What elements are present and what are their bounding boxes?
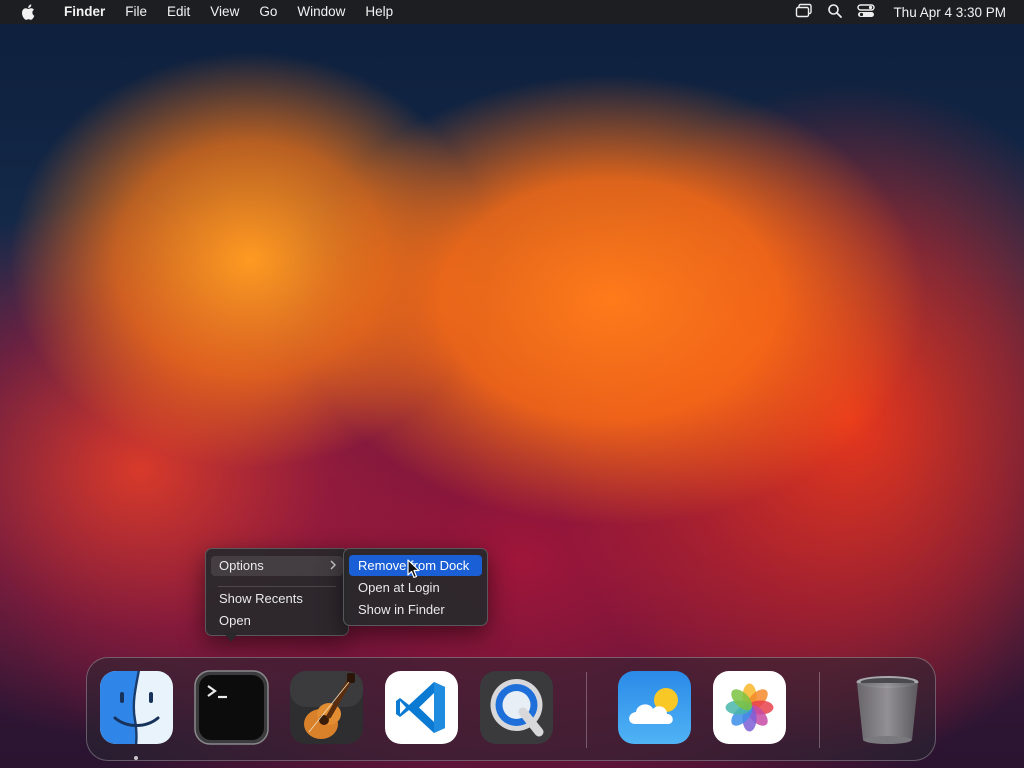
- screen-mirroring-icon[interactable]: [795, 3, 813, 22]
- photos-icon: [713, 671, 786, 744]
- dock-context-menu: Options Show Recents Open: [205, 548, 349, 636]
- menu-bar: Finder File Edit View Go Window Help Thu…: [0, 0, 1024, 24]
- menu-item-label: Show in Finder: [358, 602, 445, 617]
- finder-icon: [100, 671, 173, 744]
- menu-item-options[interactable]: Options: [211, 556, 343, 576]
- dock-app-trash[interactable]: [850, 670, 925, 745]
- dock-app-finder[interactable]: [99, 670, 174, 745]
- trash-icon: [856, 676, 919, 744]
- menu-item-label: Open: [219, 613, 251, 628]
- menu-go[interactable]: Go: [249, 0, 287, 24]
- spotlight-search-icon[interactable]: [827, 3, 843, 22]
- vscode-icon: [385, 671, 458, 744]
- menu-clock[interactable]: Thu Apr 4 3:30 PM: [893, 5, 1006, 20]
- chevron-right-icon: [329, 556, 337, 576]
- menu-file[interactable]: File: [115, 0, 157, 24]
- menu-app-name[interactable]: Finder: [54, 0, 115, 24]
- dock-app-terminal[interactable]: [194, 670, 269, 745]
- quicktime-icon: [480, 671, 553, 744]
- mouse-cursor-icon: [407, 559, 421, 579]
- dock-app-quicktime[interactable]: [479, 670, 554, 745]
- menu-item-open[interactable]: Open: [211, 611, 343, 631]
- dock-app-garageband[interactable]: [289, 670, 364, 745]
- menu-separator: [218, 586, 336, 587]
- dock-app-weather[interactable]: [617, 670, 692, 745]
- weather-icon: [618, 671, 691, 744]
- menu-help[interactable]: Help: [355, 0, 403, 24]
- terminal-icon: [194, 670, 269, 745]
- menu-pointer-tail: [224, 633, 238, 642]
- apple-menu-icon[interactable]: [18, 0, 38, 24]
- desktop-wallpaper: [0, 0, 1024, 768]
- menu-item-label: Open at Login: [358, 580, 440, 595]
- menu-window[interactable]: Window: [287, 0, 355, 24]
- running-indicator: [134, 756, 138, 760]
- menu-item-show-in-finder[interactable]: Show in Finder: [349, 599, 482, 620]
- menu-view[interactable]: View: [200, 0, 249, 24]
- dock-separator: [586, 672, 587, 748]
- control-center-icon[interactable]: [857, 3, 876, 22]
- garageband-icon: [290, 671, 363, 744]
- dock-app-photos[interactable]: [712, 670, 787, 745]
- menu-item-show-recents[interactable]: Show Recents: [211, 589, 343, 609]
- menu-item-label: Show Recents: [219, 591, 303, 606]
- dock-separator: [819, 672, 820, 748]
- menu-item-open-at-login[interactable]: Open at Login: [349, 577, 482, 598]
- menu-item-label: Options: [219, 558, 264, 573]
- dock-app-vscode[interactable]: [384, 670, 459, 745]
- menu-edit[interactable]: Edit: [157, 0, 200, 24]
